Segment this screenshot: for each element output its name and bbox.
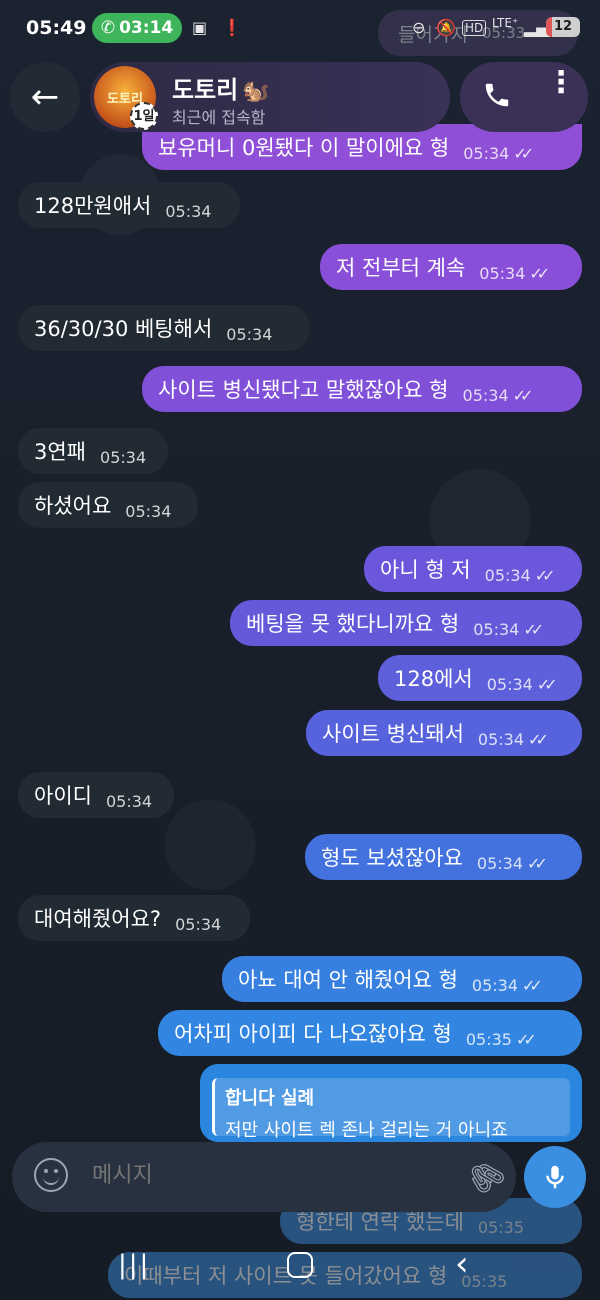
status-time: 05:49	[26, 17, 87, 39]
message-bubble-in[interactable]: 128만원애서 05:34	[18, 182, 240, 228]
system-nav-bar: ||| ‹	[0, 1236, 600, 1300]
message-time: 05:35	[477, 1217, 525, 1237]
read-receipt-icon: ✓✓	[527, 853, 548, 873]
recents-icon[interactable]: |||	[118, 1250, 150, 1280]
back-icon[interactable]: ‹	[455, 1244, 469, 1284]
message-time: 05:34	[175, 914, 222, 934]
battery-level: 12	[553, 19, 573, 34]
message-text: 대여해줬어요?	[34, 907, 162, 931]
reply-quote[interactable]: 합니다 실례 저만 사이트 렉 존나 걸리는 거 아니죠	[212, 1078, 570, 1141]
squirrel-emoji: 🐿️	[242, 79, 270, 104]
message-time: 05:34	[471, 975, 519, 995]
message-text: 베팅을 못 했다니까요 형	[246, 612, 460, 636]
arrow-left-icon: ←	[30, 77, 60, 117]
read-receipt-icon: ✓✓	[512, 385, 534, 405]
message-time: 05:34	[477, 729, 525, 749]
read-receipt-icon: ✓✓	[515, 1029, 537, 1049]
chat-title: 도토리 🐿️	[172, 70, 270, 105]
message-bubble-out[interactable]: 128에서 05:34 ✓✓	[378, 655, 582, 701]
message-time: 05:34	[125, 501, 172, 521]
emoji-icon[interactable]	[34, 1158, 68, 1192]
call-timer: 03:14	[119, 18, 174, 38]
message-bubble-out[interactable]: 아니 형 저 05:34 ✓✓	[364, 546, 582, 592]
message-time: 05:34	[476, 853, 524, 873]
mute-icon: 🔕	[436, 18, 456, 37]
message-bubble-out[interactable]: 사이트 병신됐다고 말했잖아요 형 05:34 ✓✓	[142, 366, 582, 412]
message-bubble-in[interactable]: 하셨어요 05:34	[18, 482, 198, 528]
message-text: 하셨어요	[34, 494, 112, 518]
message-time: 05:34	[486, 674, 533, 694]
read-receipt-icon: ✓✓	[523, 619, 544, 639]
read-receipt-icon: ✓✓	[536, 674, 558, 694]
header-actions: ⋮	[460, 62, 588, 132]
phone-icon: ✆	[100, 18, 116, 38]
microphone-icon	[546, 1165, 564, 1189]
message-bubble-in[interactable]: 36/30/30 베팅해서 05:34	[18, 305, 310, 351]
home-icon[interactable]	[287, 1252, 313, 1278]
message-bubble-in[interactable]: 아이디 05:34	[18, 772, 174, 818]
reply-text: 저만 사이트 렉 존나 걸리는 거 아니죠	[225, 1120, 508, 1141]
message-time: 05:34	[105, 791, 153, 811]
more-vertical-icon: ⋮	[546, 65, 576, 100]
message-time: 05:34	[479, 263, 526, 283]
more-options-button[interactable]: ⋮	[546, 68, 576, 98]
message-time: 05:34	[484, 565, 531, 585]
message-text: 3연패	[34, 440, 87, 464]
back-button[interactable]: ←	[10, 62, 80, 132]
message-input[interactable]	[90, 1162, 454, 1189]
screenshot-icon: ▣	[192, 18, 208, 37]
message-bubble-out[interactable]: 베팅을 못 했다니까요 형 05:34 ✓✓	[230, 600, 582, 646]
message-time: 05:34	[462, 385, 509, 405]
message-bubble-out[interactable]: 형도 보셨잖아요 05:34 ✓✓	[305, 834, 582, 880]
call-button[interactable]	[482, 80, 512, 118]
chat-status: 최근에 접속함	[172, 108, 266, 127]
message-text: 사이트 병신돼서	[322, 722, 464, 746]
message-text: 128만원애서	[34, 194, 152, 218]
message-bubble-in[interactable]: 3연패 05:34	[18, 428, 168, 474]
status-bar: 05:49 ✆ 03:14 ▣ ❗ ⊖ 🔕 HD LTE⁺ ▂▄▆ 12	[0, 0, 600, 56]
reply-author: 합니다 실례	[225, 1088, 315, 1109]
message-time: 05:34	[463, 143, 510, 163]
message-text: 저 전부터 계속	[336, 256, 466, 280]
network-type: LTE⁺	[492, 16, 519, 30]
reply-message-bubble[interactable]: 합니다 실례 저만 사이트 렉 존나 걸리는 거 아니죠	[200, 1064, 582, 1142]
message-bubble-in[interactable]: 대여해줬어요? 05:34	[18, 895, 250, 941]
message-time: 05:35	[465, 1029, 512, 1049]
message-bubble-out[interactable]: 아뇨 대여 안 해줬어요 형 05:34 ✓✓	[222, 956, 582, 1002]
message-bubble-out[interactable]: 저 전부터 계속 05:34 ✓✓	[320, 244, 582, 290]
read-receipt-icon: ✓✓	[534, 565, 556, 585]
read-receipt-icon: ✓✓	[528, 729, 549, 749]
read-receipt-icon: ✓✓	[529, 263, 550, 283]
battery-indicator: 12	[546, 17, 580, 37]
alert-icon: ❗	[222, 18, 242, 37]
read-receipt-icon: ✓✓	[513, 143, 534, 163]
message-time: 05:34	[165, 201, 212, 221]
message-time: 05:34	[100, 447, 147, 467]
message-bubble-out[interactable]: 사이트 병신돼서 05:34 ✓✓	[306, 710, 582, 756]
microphone-button[interactable]	[524, 1146, 586, 1208]
message-text: 아니 형 저	[380, 558, 471, 582]
message-text: 사이트 병신됐다고 말했잖아요 형	[158, 378, 449, 402]
read-receipt-icon: ✓✓	[522, 975, 543, 995]
do-not-disturb-icon: ⊖	[412, 18, 426, 37]
message-text: 36/30/30 베팅해서	[34, 317, 213, 341]
chat-header[interactable]: 도토리 1일 도토리 🐿️ 최근에 접속함	[90, 62, 450, 132]
phone-icon	[485, 83, 509, 107]
message-text: 어차피 아이피 다 나오잖아요 형	[174, 1022, 452, 1046]
message-text: 뵤유머니 0원됐다 이 말이에요 형	[158, 136, 450, 160]
composer-bar: 🖇	[12, 1142, 516, 1212]
message-text: 아뇨 대여 안 해줬어요 형	[238, 968, 458, 992]
ongoing-call-pill[interactable]: ✆ 03:14	[92, 13, 182, 43]
chat-name-text: 도토리	[172, 76, 239, 104]
message-text: 형도 보셨잖아요	[321, 846, 463, 870]
avatar-badge: 1일	[130, 102, 158, 130]
message-time: 05:34	[226, 324, 273, 344]
message-text: 아이디	[34, 784, 92, 808]
message-bubble-out[interactable]: 어차피 아이피 다 나오잖아요 형 05:35 ✓✓	[158, 1010, 582, 1056]
paperclip-icon[interactable]: 🖇	[460, 1152, 512, 1204]
hd-icon: HD	[462, 20, 487, 36]
message-time: 05:34	[473, 619, 520, 639]
message-text: 128에서	[394, 667, 473, 691]
